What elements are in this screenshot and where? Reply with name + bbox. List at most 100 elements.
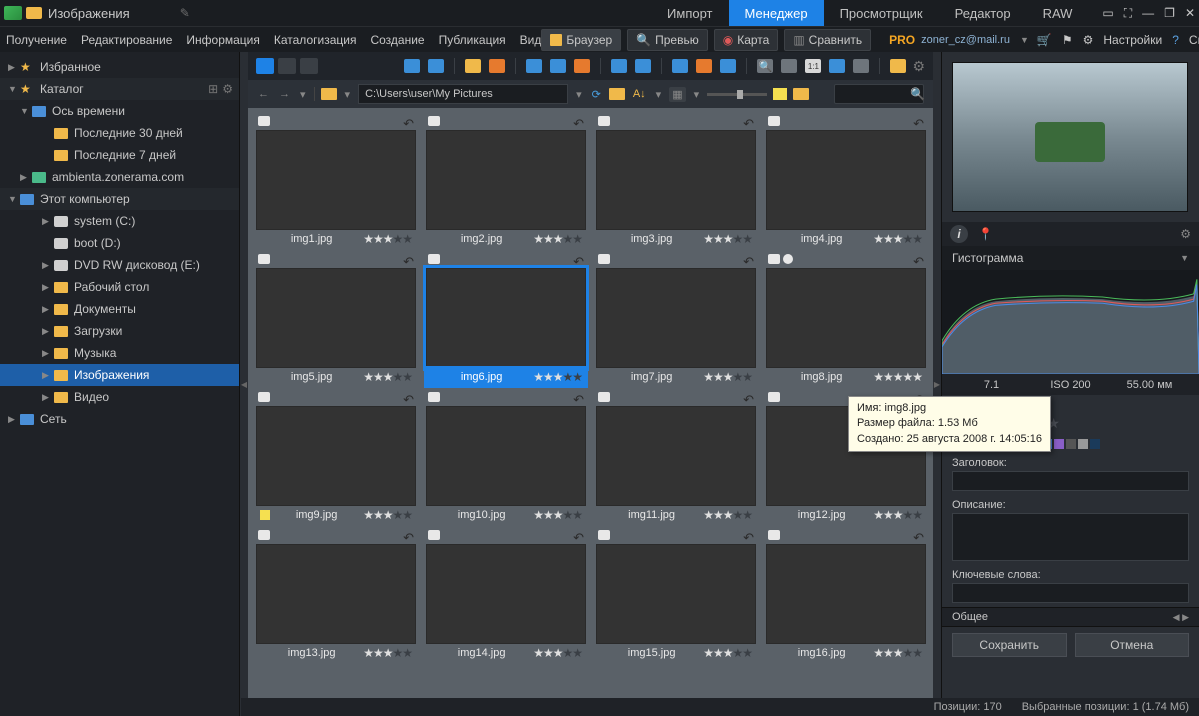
tree-dvd[interactable]: ▶DVD RW дисковод (E:)	[0, 254, 239, 276]
account-dropdown-icon[interactable]: ▼	[1020, 35, 1029, 45]
thumbnail-image[interactable]	[256, 544, 416, 644]
thumbnail-image[interactable]	[426, 406, 586, 506]
refresh-icon[interactable]: ⟳	[590, 88, 603, 101]
thumbnail[interactable]: ↶img3.jpg★★★★★	[596, 116, 756, 248]
thumbnail-image[interactable]	[256, 130, 416, 230]
mode-compare[interactable]: ▥Сравнить	[784, 29, 871, 51]
thumbnail[interactable]: ↶img2.jpg★★★★★	[426, 116, 586, 248]
cart-icon[interactable]: 🛒	[1037, 33, 1052, 47]
minimize-button[interactable]: —	[1142, 6, 1154, 20]
color-swatch[interactable]	[1078, 439, 1088, 449]
view-columns-button[interactable]	[300, 58, 318, 74]
star-folder-icon[interactable]	[609, 88, 625, 100]
thumbnail-rating[interactable]: ★★★★★	[363, 508, 412, 522]
close-button[interactable]: ✕	[1185, 6, 1195, 20]
thumbnail-rating[interactable]: ★★★★★	[363, 646, 412, 660]
tool-unstack-icon[interactable]	[550, 59, 566, 73]
settings-link[interactable]: Настройки	[1103, 33, 1162, 47]
thumbnail-rating[interactable]: ★★★★★	[703, 370, 752, 384]
tree-systemc[interactable]: ▶system (C:)	[0, 210, 239, 232]
settings-gear-icon[interactable]: ⚙	[1083, 33, 1094, 47]
thumbnail-image[interactable]	[426, 130, 586, 230]
path-dropdown-icon[interactable]: ▾	[574, 88, 584, 101]
tool-copy-icon[interactable]	[428, 59, 444, 73]
mode-preview[interactable]: 🔍Превью	[627, 29, 708, 51]
tree-documents[interactable]: ▶Документы	[0, 298, 239, 320]
help-link[interactable]: Справка	[1189, 33, 1199, 47]
menu-acquire[interactable]: Получение	[6, 33, 67, 47]
tool-edit-icon[interactable]	[672, 59, 688, 73]
zoom-slider[interactable]	[707, 93, 767, 96]
tree-timeline[interactable]: ▼Ось времени	[0, 100, 239, 122]
toolbar-gear-icon[interactable]: ⚙	[912, 58, 925, 75]
fullscreen-icon[interactable]: ⛶	[1124, 6, 1132, 21]
thumbnail-rating[interactable]: ★★★★★	[533, 508, 582, 522]
cancel-button[interactable]: Отмена	[1075, 633, 1190, 657]
thumbnail[interactable]: ↶img10.jpg★★★★★	[426, 392, 586, 524]
thumbnail-image[interactable]	[256, 268, 416, 368]
histogram-dropdown-icon[interactable]: ▼	[1180, 253, 1189, 263]
thumbnail[interactable]: ↶img6.jpg★★★★★	[426, 254, 586, 386]
zoom-out-icon[interactable]	[781, 59, 797, 73]
thumbnail-image[interactable]	[256, 406, 416, 506]
account-email[interactable]: zoner_cz@mail.ru	[921, 34, 1010, 46]
sidebar-collapse-handle[interactable]: ◀	[240, 52, 248, 716]
tool-rotate-right-icon[interactable]	[635, 59, 651, 73]
sort-dropdown-icon[interactable]: ▾	[654, 88, 664, 101]
tree-network[interactable]: ▶Сеть	[0, 408, 239, 430]
tool-info-icon[interactable]	[696, 59, 712, 73]
sort-icon[interactable]: A↓	[631, 88, 648, 100]
thumbnail-rating[interactable]: ★★★★★	[703, 232, 752, 246]
tab-viewer[interactable]: Просмотрщик	[824, 0, 939, 26]
tree-catalog[interactable]: ▼★Каталог⊞⚙	[0, 78, 239, 100]
tree-last7[interactable]: Последние 7 дней	[0, 144, 239, 166]
thumbnail[interactable]: ↶img4.jpg★★★★★	[766, 116, 926, 248]
thumbnail-rating[interactable]: ★★★★★	[533, 646, 582, 660]
menu-view[interactable]: Вид	[520, 33, 542, 47]
tree-zonerama[interactable]: ▶ambienta.zonerama.com	[0, 166, 239, 188]
tool-rotate-left-icon[interactable]	[611, 59, 627, 73]
mode-map[interactable]: ◉Карта	[714, 29, 779, 51]
thumbnail[interactable]: ↶img1.jpg★★★★★	[256, 116, 416, 248]
thumbnail[interactable]: ↶img15.jpg★★★★★	[596, 530, 756, 662]
color-swatch[interactable]	[1090, 439, 1100, 449]
thumbnail-rating[interactable]: ★★★★★	[533, 370, 582, 384]
rss-icon[interactable]: ⚑	[1062, 33, 1073, 47]
grid-icon[interactable]: ▦	[669, 87, 685, 102]
thumbnail[interactable]: ↶img9.jpg★★★★★	[256, 392, 416, 524]
zoom-lock-icon[interactable]	[853, 59, 869, 73]
thumbnail-image[interactable]	[426, 268, 586, 368]
maximize-button[interactable]: ❐	[1164, 6, 1175, 20]
thumbnail-rating[interactable]: ★★★★★	[873, 508, 922, 522]
tree-last30[interactable]: Последние 30 дней	[0, 122, 239, 144]
zoom-fit-icon[interactable]	[829, 59, 845, 73]
pencil-icon[interactable]: ✎	[180, 6, 190, 20]
tool-select-icon[interactable]	[404, 59, 420, 73]
keywords-input[interactable]	[952, 583, 1189, 603]
thumbnail[interactable]: ↶img5.jpg★★★★★	[256, 254, 416, 386]
tool-batch-icon[interactable]	[720, 59, 736, 73]
tree-pictures[interactable]: ▶Изображения	[0, 364, 239, 386]
thumbnail-rating[interactable]: ★★★★★	[363, 370, 412, 384]
thumbnail-image[interactable]	[596, 406, 756, 506]
nav-up-icon[interactable]: ▾	[343, 88, 353, 101]
thumbnail-rating[interactable]: ★★★★★	[873, 370, 922, 384]
thumbnail-image[interactable]	[596, 130, 756, 230]
tab-editor[interactable]: Редактор	[939, 0, 1027, 26]
nav-forward-icon[interactable]: →	[277, 88, 292, 100]
thumbnail-rating[interactable]: ★★★★★	[363, 232, 412, 246]
tool-print-icon[interactable]	[465, 59, 481, 73]
thumbnail-image[interactable]	[596, 268, 756, 368]
menu-catalog[interactable]: Каталогизация	[274, 33, 357, 47]
thumbnail[interactable]: ↶img14.jpg★★★★★	[426, 530, 586, 662]
gear-icon[interactable]: ⚙	[222, 82, 233, 96]
menu-info[interactable]: Информация	[186, 33, 259, 47]
section-general[interactable]: Общее◀ ▶	[942, 607, 1199, 627]
tab-manager[interactable]: Менеджер	[729, 0, 824, 26]
thumbnail-rating[interactable]: ★★★★★	[533, 232, 582, 246]
tree-thispc[interactable]: ▼Этот компьютер	[0, 188, 239, 210]
monitor-icon[interactable]: ▭	[1102, 6, 1113, 20]
color-swatch[interactable]	[1066, 439, 1076, 449]
tool-box-icon[interactable]	[574, 59, 590, 73]
thumbnail-image[interactable]	[766, 544, 926, 644]
